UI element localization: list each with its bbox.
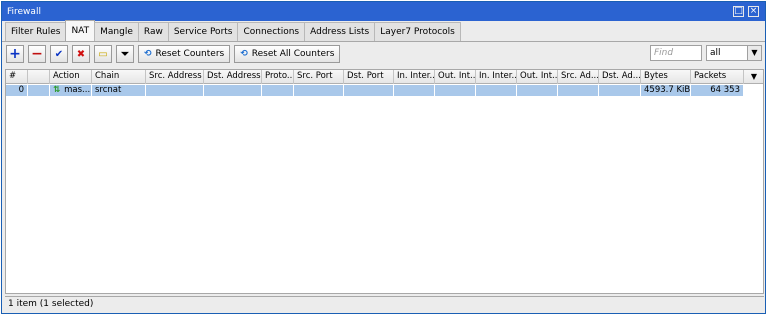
filter-select-value: all — [710, 48, 721, 58]
col-protocol[interactable]: Proto... — [262, 70, 294, 84]
col-packets[interactable]: Packets — [691, 70, 744, 84]
check-icon: ✔ — [54, 48, 64, 60]
status-bar: 1 item (1 selected) — [5, 296, 764, 312]
col-out-interface[interactable]: Out. Int... — [435, 70, 476, 84]
tab-bar: Filter Rules NAT Mangle Raw Service Port… — [2, 20, 765, 42]
col-dst-address[interactable]: Dst. Address — [204, 70, 262, 84]
rule-dst-port — [344, 85, 394, 96]
rule-out-interface-list — [517, 85, 558, 96]
tab-layer7-protocols[interactable]: Layer7 Protocols — [374, 22, 461, 41]
rule-packets: 64 353 — [691, 85, 744, 96]
enable-button[interactable]: ✔ — [50, 45, 68, 63]
col-dst-address-list[interactable]: Dst. Ad... — [599, 70, 641, 84]
col-src-address[interactable]: Src. Address — [146, 70, 204, 84]
tab-connections[interactable]: Connections — [237, 22, 306, 41]
col-in-interface[interactable]: In. Inter... — [394, 70, 435, 84]
close-button[interactable]: × — [748, 6, 759, 17]
rule-dst-address — [204, 85, 262, 96]
col-number[interactable]: # — [6, 70, 28, 84]
window-title: Firewall — [7, 6, 41, 17]
table-header: # Action Chain Src. Address Dst. Address… — [6, 70, 763, 84]
rule-in-interface — [394, 85, 435, 96]
col-bytes[interactable]: Bytes — [641, 70, 691, 84]
tab-address-lists[interactable]: Address Lists — [304, 22, 376, 41]
maximize-button[interactable]: □ — [733, 6, 744, 17]
rule-src-address — [146, 85, 204, 96]
tab-mangle[interactable]: Mangle — [94, 22, 139, 41]
col-out-interface-list[interactable]: Out. Int... — [517, 70, 558, 84]
col-chain[interactable]: Chain — [92, 70, 146, 84]
reset-counters-button[interactable]: ⟲ Reset Counters — [138, 45, 231, 63]
cross-icon: ✖ — [76, 48, 86, 60]
rule-chain: srcnat — [92, 85, 146, 96]
col-src-port[interactable]: Src. Port — [294, 70, 344, 84]
rule-action: ⇅ mas... — [50, 85, 92, 96]
rule-dst-address-list — [599, 85, 641, 96]
reset-all-counters-button[interactable]: ⟲ Reset All Counters — [234, 45, 341, 63]
disable-button[interactable]: ✖ — [72, 45, 90, 63]
rule-src-address-list — [558, 85, 599, 96]
tab-filter-rules[interactable]: Filter Rules — [5, 22, 67, 41]
comment-button[interactable]: ▭ — [94, 45, 112, 63]
col-flags[interactable] — [28, 70, 50, 84]
table-row[interactable]: 0 ⇅ mas... srcnat 4593.7 KiB 64 353 — [6, 85, 744, 96]
filter-button[interactable]: ⏷ — [116, 45, 134, 63]
col-action[interactable]: Action — [50, 70, 92, 84]
toolbar: + − ✔ ✖ ▭ ⏷ ⟲ Reset Counters ⟲ Reset All… — [2, 42, 765, 66]
nat-rules-table: # Action Chain Src. Address Dst. Address… — [5, 69, 764, 294]
filter-select[interactable]: all ▼ — [706, 45, 762, 61]
find-input[interactable]: Find — [650, 45, 702, 61]
rule-flags — [28, 85, 50, 96]
col-dst-port[interactable]: Dst. Port — [344, 70, 394, 84]
rule-number: 0 — [6, 85, 28, 96]
note-icon: ▭ — [98, 48, 108, 60]
rule-action-label: mas... — [64, 85, 91, 95]
reset-counters-label: Reset Counters — [155, 49, 225, 59]
rule-in-interface-list — [476, 85, 517, 96]
rule-src-port — [294, 85, 344, 96]
columns-menu-icon[interactable]: ▼ — [745, 70, 763, 84]
remove-button[interactable]: − — [28, 45, 46, 63]
rule-protocol — [262, 85, 294, 96]
col-src-address-list[interactable]: Src. Ad... — [558, 70, 599, 84]
firewall-window: Firewall □ × Filter Rules NAT Mangle Raw… — [1, 1, 766, 314]
tab-service-ports[interactable]: Service Ports — [167, 22, 239, 41]
filter-icon: ⏷ — [121, 48, 129, 60]
rule-bytes: 4593.7 KiB — [641, 85, 691, 96]
tab-raw[interactable]: Raw — [137, 22, 169, 41]
dropdown-arrow-icon[interactable]: ▼ — [747, 46, 761, 60]
minus-icon: − — [31, 46, 43, 62]
plus-icon: + — [9, 46, 21, 62]
reset-icon: ⟲ — [144, 49, 152, 59]
col-in-interface-list[interactable]: In. Inter... — [476, 70, 517, 84]
reset-all-icon: ⟲ — [240, 49, 248, 59]
add-button[interactable]: + — [6, 45, 24, 63]
tab-nat[interactable]: NAT — [65, 20, 96, 41]
masquerade-icon: ⇅ — [53, 85, 61, 95]
reset-all-counters-label: Reset All Counters — [251, 49, 335, 59]
title-bar: Firewall □ × — [2, 2, 765, 21]
rule-out-interface — [435, 85, 476, 96]
